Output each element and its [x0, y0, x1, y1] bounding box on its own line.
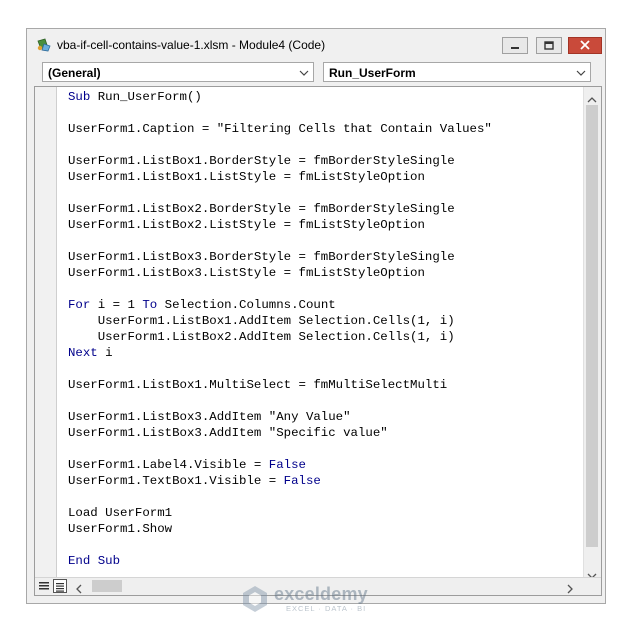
code-line[interactable] — [68, 361, 492, 377]
code-line[interactable] — [68, 185, 492, 201]
code-line[interactable]: UserForm1.ListBox1.AddItem Selection.Cel… — [68, 313, 492, 329]
code-token: UserForm1.ListBox1.ListStyle = fmListSty… — [68, 170, 425, 184]
code-token: UserForm1.Label4.Visible = — [68, 458, 269, 472]
keyword-token: False — [268, 458, 306, 472]
code-line[interactable]: UserForm1.Show — [68, 521, 492, 537]
code-line[interactable]: UserForm1.ListBox1.MultiSelect = fmMulti… — [68, 377, 492, 393]
code-token: i — [97, 346, 113, 360]
code-token: UserForm1.ListBox3.BorderStyle = fmBorde… — [68, 250, 455, 264]
code-token: UserForm1.ListBox1.AddItem Selection.Cel… — [68, 314, 455, 328]
code-line[interactable]: UserForm1.ListBox2.AddItem Selection.Cel… — [68, 329, 492, 345]
scroll-down-icon[interactable] — [587, 567, 597, 579]
keyword-token: Next — [68, 346, 98, 360]
watermark-brand: exceldemy — [274, 584, 368, 604]
code-line[interactable]: UserForm1.ListBox3.ListStyle = fmListSty… — [68, 265, 492, 281]
code-window: vba-if-cell-contains-value-1.xlsm - Modu… — [26, 28, 606, 604]
code-line[interactable]: UserForm1.ListBox3.AddItem "Specific val… — [68, 425, 492, 441]
window-title: vba-if-cell-contains-value-1.xlsm - Modu… — [57, 38, 326, 52]
procedure-view-icon[interactable] — [37, 579, 51, 593]
code-token: UserForm1.ListBox2.BorderStyle = fmBorde… — [68, 202, 455, 216]
keyword-token: Sub — [68, 90, 91, 104]
code-line[interactable]: UserForm1.ListBox2.BorderStyle = fmBorde… — [68, 201, 492, 217]
code-token: UserForm1.TextBox1.Visible = — [68, 474, 284, 488]
code-line[interactable] — [68, 137, 492, 153]
code-token: UserForm1.ListBox2.ListStyle = fmListSty… — [68, 218, 425, 232]
maximize-button[interactable] — [536, 37, 562, 54]
procedure-dropdown-value: Run_UserForm — [329, 66, 416, 80]
code-line[interactable]: Load UserForm1 — [68, 505, 492, 521]
code-line[interactable] — [68, 489, 492, 505]
code-line[interactable] — [68, 233, 492, 249]
code-token: Selection.Columns.Count — [157, 298, 336, 312]
maximize-icon — [544, 37, 554, 55]
code-editor[interactable]: Sub Run_UserForm() UserForm1.Caption = "… — [34, 86, 602, 596]
scrollbar-corner — [584, 578, 601, 595]
code-line[interactable] — [68, 441, 492, 457]
keyword-token: To — [142, 298, 158, 312]
chevron-down-icon — [299, 67, 309, 77]
scroll-left-icon[interactable] — [75, 581, 83, 594]
code-line[interactable] — [68, 105, 492, 121]
code-line[interactable]: UserForm1.ListBox1.ListStyle = fmListSty… — [68, 169, 492, 185]
excel-vba-icon — [35, 37, 53, 53]
code-token: UserForm1.ListBox2.AddItem Selection.Cel… — [68, 330, 455, 344]
minimize-icon — [510, 37, 520, 55]
code-line[interactable]: UserForm1.ListBox1.BorderStyle = fmBorde… — [68, 153, 492, 169]
code-line[interactable]: UserForm1.Caption = "Filtering Cells tha… — [68, 121, 492, 137]
procedure-dropdown[interactable]: Run_UserForm — [323, 62, 591, 82]
vertical-scrollbar[interactable] — [583, 87, 601, 579]
code-token: UserForm1.ListBox3.ListStyle = fmListSty… — [68, 266, 425, 280]
chevron-down-icon — [576, 67, 586, 77]
code-token: i = 1 — [90, 298, 143, 312]
code-line[interactable]: UserForm1.ListBox2.ListStyle = fmListSty… — [68, 217, 492, 233]
scroll-right-icon[interactable] — [566, 581, 574, 594]
code-line[interactable] — [68, 393, 492, 409]
code-token: UserForm1.ListBox3.AddItem "Specific val… — [68, 426, 388, 440]
code-line[interactable]: Sub Run_UserForm() — [68, 89, 492, 105]
horizontal-scroll-thumb[interactable] — [92, 580, 122, 592]
close-icon — [580, 37, 590, 55]
object-dropdown[interactable]: (General) — [42, 62, 314, 82]
code-line[interactable]: UserForm1.TextBox1.Visible = False — [68, 473, 492, 489]
code-text[interactable]: Sub Run_UserForm() UserForm1.Caption = "… — [68, 89, 492, 569]
vertical-scroll-thumb[interactable] — [586, 105, 598, 547]
code-line[interactable]: UserForm1.Label4.Visible = False — [68, 457, 492, 473]
code-line[interactable]: UserForm1.ListBox3.BorderStyle = fmBorde… — [68, 249, 492, 265]
keyword-token: False — [283, 474, 321, 488]
code-token: UserForm1.ListBox1.MultiSelect = fmMulti… — [68, 378, 448, 392]
code-line[interactable]: For i = 1 To Selection.Columns.Count — [68, 297, 492, 313]
close-button[interactable] — [568, 37, 602, 54]
code-token: UserForm1.Caption = "Filtering Cells tha… — [68, 122, 492, 136]
code-token: UserForm1.ListBox3.AddItem "Any Value" — [68, 410, 351, 424]
code-token: UserForm1.Show — [68, 522, 173, 536]
code-line[interactable]: UserForm1.ListBox3.AddItem "Any Value" — [68, 409, 492, 425]
exceldemy-logo-icon — [242, 585, 268, 613]
code-token: Load UserForm1 — [68, 506, 173, 520]
code-line[interactable] — [68, 537, 492, 553]
code-token: UserForm1.ListBox1.BorderStyle = fmBorde… — [68, 154, 455, 168]
code-token: Run_UserForm() — [90, 90, 202, 104]
keyword-token: End Sub — [68, 554, 121, 568]
code-line[interactable]: End Sub — [68, 553, 492, 569]
code-line[interactable] — [68, 281, 492, 297]
keyword-token: For — [68, 298, 91, 312]
scroll-up-icon[interactable] — [587, 91, 597, 103]
minimize-button[interactable] — [502, 37, 528, 54]
object-dropdown-value: (General) — [48, 66, 101, 80]
code-line[interactable]: Next i — [68, 345, 492, 361]
exceldemy-watermark: exceldemy EXCEL · DATA · BI — [242, 584, 387, 615]
title-bar[interactable]: vba-if-cell-contains-value-1.xlsm - Modu… — [27, 29, 605, 61]
margin-indicator-bar[interactable] — [35, 87, 57, 577]
watermark-tagline: EXCEL · DATA · BI — [286, 604, 367, 613]
full-module-view-icon[interactable] — [53, 579, 67, 593]
